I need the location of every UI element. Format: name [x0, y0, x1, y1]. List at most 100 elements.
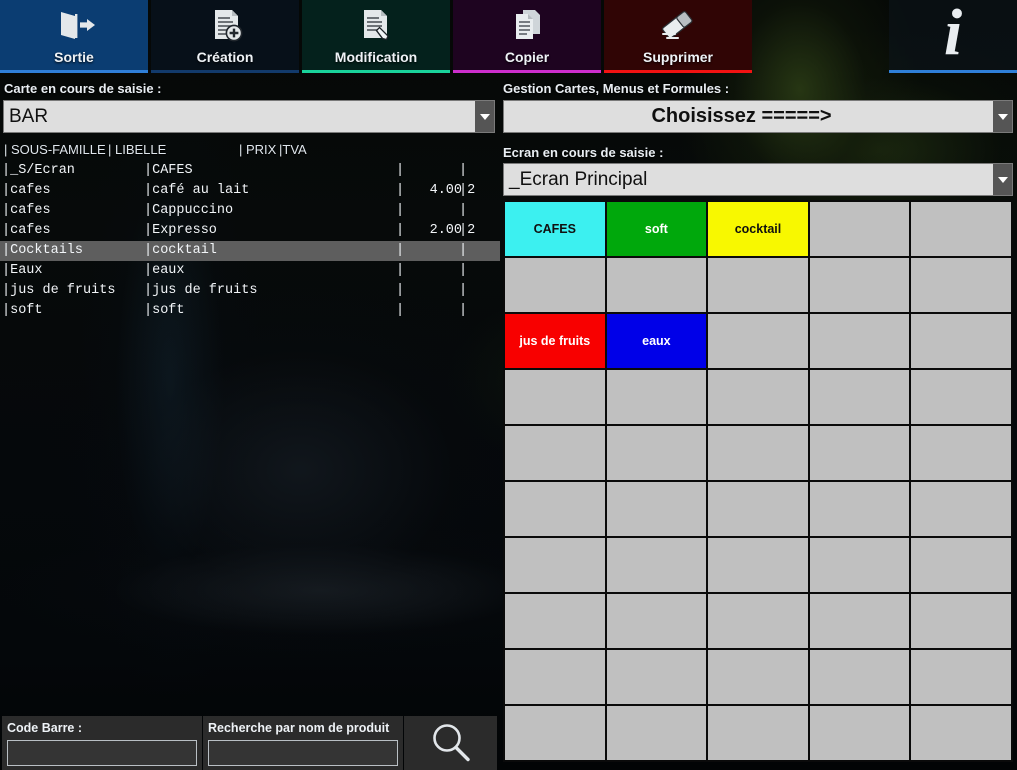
modification-button[interactable]: Modification [302, 0, 450, 73]
row-sous-famille: |Cocktails [2, 243, 84, 258]
info-button[interactable]: i [889, 0, 1017, 73]
screen-key-empty[interactable] [606, 706, 707, 760]
screen-key-empty[interactable] [606, 426, 707, 480]
copier-button[interactable]: Copier [453, 0, 601, 73]
document-pencil-icon [302, 5, 450, 45]
screen-key-empty[interactable] [809, 538, 910, 592]
ecran-select[interactable]: _Ecran Principal [503, 163, 1013, 196]
screen-key-empty[interactable] [911, 258, 1011, 312]
screen-key-jus-de-fruits[interactable]: jus de fruits [505, 314, 605, 368]
screen-key-empty[interactable] [505, 594, 605, 648]
screen-key-empty[interactable] [809, 202, 910, 256]
screen-key-empty[interactable] [606, 482, 707, 536]
table-row[interactable]: |soft |soft | | [0, 301, 500, 321]
table-row[interactable]: |cafes |Expresso | 2.00 |2 [0, 221, 500, 241]
chevron-down-icon[interactable] [475, 101, 494, 132]
screen-key-empty[interactable] [606, 594, 707, 648]
screen-key-empty[interactable] [505, 426, 605, 480]
sortie-button[interactable]: Sortie [0, 0, 148, 73]
product-name-input[interactable] [208, 740, 398, 766]
screen-key-empty[interactable] [505, 370, 605, 424]
screen-key-eaux[interactable]: eaux [606, 314, 707, 368]
screen-key-empty[interactable] [809, 314, 910, 368]
screen-editor-pane: Gestion Cartes, Menus et Formules : Choi… [500, 75, 1017, 770]
screen-key-empty[interactable] [505, 650, 605, 704]
screen-key-empty[interactable] [809, 426, 910, 480]
screen-key-empty[interactable] [505, 538, 605, 592]
screen-key-empty[interactable] [911, 706, 1011, 760]
screen-key-empty[interactable] [911, 650, 1011, 704]
row-libelle: |CAFES [144, 163, 193, 178]
product-name-label: Recherche par nom de produit [208, 721, 390, 735]
screen-key-empty[interactable] [606, 370, 707, 424]
row-prix-separator: | [396, 303, 405, 318]
gestion-select[interactable]: Choisissez =====> [503, 100, 1013, 133]
screen-key-empty[interactable] [606, 650, 707, 704]
screen-key-empty[interactable] [708, 538, 808, 592]
row-prix-separator: | [396, 223, 405, 238]
screen-key-empty[interactable] [708, 258, 808, 312]
info-icon: i [943, 0, 963, 69]
column-header-tva: |TVA [279, 142, 307, 157]
table-row[interactable]: |Eaux |eaux | | [0, 261, 500, 281]
screen-key-empty[interactable] [809, 594, 910, 648]
product-name-field-group: Recherche par nom de produit [203, 716, 403, 770]
screen-key-empty[interactable] [809, 482, 910, 536]
info-underline [889, 70, 1017, 73]
supprimer-button[interactable]: Supprimer [604, 0, 752, 73]
main-toolbar: Sortie Création Modification Copier Supp… [0, 0, 1017, 75]
table-row[interactable]: |Cocktails |cocktail | | [0, 241, 500, 261]
screen-key-empty[interactable] [708, 314, 808, 368]
screen-key-empty[interactable] [708, 706, 808, 760]
screen-key-empty[interactable] [911, 594, 1011, 648]
search-strip: Code Barre : Recherche par nom de produi… [0, 711, 500, 770]
row-prix-separator: | [396, 283, 405, 298]
screen-key-empty[interactable] [911, 370, 1011, 424]
row-prix-separator: | [396, 243, 405, 258]
screen-key-empty[interactable] [809, 706, 910, 760]
screen-key-empty[interactable] [505, 258, 605, 312]
screen-button-grid[interactable]: CAFES soft cocktail jus de fruits eaux [503, 200, 1013, 762]
screen-key-empty[interactable] [708, 482, 808, 536]
row-tva: |2 [459, 183, 476, 198]
app-window: Sortie Création Modification Copier Supp… [0, 0, 1017, 770]
table-row[interactable]: |_S/Ecran |CAFES | | [0, 161, 500, 181]
screen-key-empty[interactable] [809, 370, 910, 424]
screen-key-empty[interactable] [505, 706, 605, 760]
screen-key-cafes[interactable]: CAFES [505, 202, 605, 256]
barcode-input[interactable] [7, 740, 197, 766]
table-row[interactable]: |cafes |Cappuccino | | [0, 201, 500, 221]
row-libelle: |jus de fruits [144, 283, 258, 298]
list-column-headers: | SOUS-FAMILLE | LIBELLE | PRIX |TVA [0, 141, 500, 159]
screen-key-empty[interactable] [708, 594, 808, 648]
carte-select[interactable]: BAR [3, 100, 495, 133]
screen-key-empty[interactable] [606, 538, 707, 592]
screen-key-empty[interactable] [708, 370, 808, 424]
barcode-label: Code Barre : [7, 721, 83, 735]
screen-key-empty[interactable] [911, 482, 1011, 536]
screen-key-empty[interactable] [911, 538, 1011, 592]
screen-key-empty[interactable] [911, 202, 1011, 256]
screen-key-empty[interactable] [809, 258, 910, 312]
row-prix: 4.00 [429, 183, 462, 198]
chevron-down-icon[interactable] [993, 101, 1012, 132]
ecran-label: Ecran en cours de saisie : [503, 145, 664, 160]
screen-key-empty[interactable] [809, 650, 910, 704]
table-row[interactable]: |jus de fruits |jus de fruits | | [0, 281, 500, 301]
search-button[interactable] [404, 716, 497, 770]
screen-key-cocktail[interactable]: cocktail [708, 202, 808, 256]
chevron-down-icon[interactable] [993, 164, 1012, 195]
creation-button[interactable]: Création [151, 0, 299, 73]
screen-key-empty[interactable] [708, 426, 808, 480]
screen-key-soft[interactable]: soft [606, 202, 707, 256]
screen-key-empty[interactable] [911, 426, 1011, 480]
supprimer-underline [604, 70, 752, 73]
screen-key-empty[interactable] [505, 482, 605, 536]
row-tva: | [459, 203, 468, 218]
carte-label: Carte en cours de saisie : [4, 81, 162, 96]
screen-key-empty[interactable] [708, 650, 808, 704]
screen-key-empty[interactable] [911, 314, 1011, 368]
product-list[interactable]: |_S/Ecran |CAFES | | |cafes |café au lait | 4.0… [0, 161, 500, 706]
screen-key-empty[interactable] [606, 258, 707, 312]
table-row[interactable]: |cafes |café au lait | 4.00 |2 [0, 181, 500, 201]
